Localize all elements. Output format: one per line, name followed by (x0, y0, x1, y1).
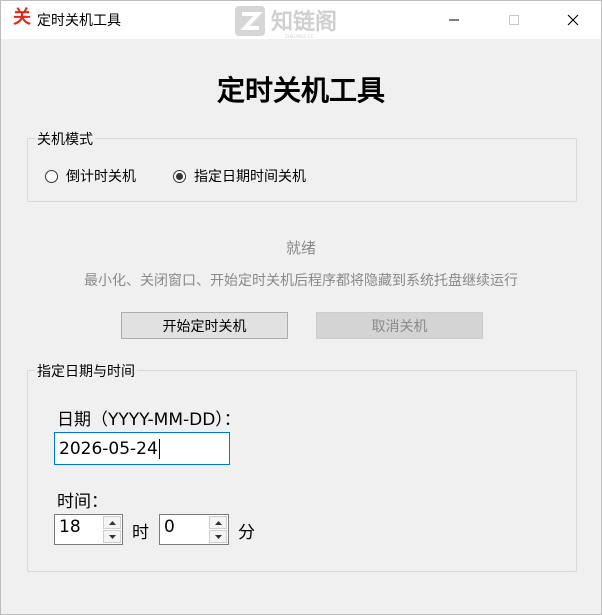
watermark-small: ZHILIANGE.CC (285, 34, 314, 39)
date-input-value: 2026-05-24 (59, 438, 158, 459)
datetime-group-label: 指定日期与时间 (35, 361, 137, 381)
hour-spinner[interactable]: 18 (54, 514, 123, 545)
minute-value: 0 (164, 517, 175, 537)
main-window: 关 定时关机工具 知链阁 ZHILIANGE.CC 定时关机工具 关机模式 倒计… (0, 0, 602, 615)
page-title: 定时关机工具 (216, 74, 385, 107)
app-icon: 关 (13, 7, 31, 28)
minute-unit-label: 分 (238, 523, 255, 543)
radio-countdown-circle[interactable] (45, 169, 58, 183)
hour-unit-label: 时 (132, 523, 149, 543)
minute-down-button[interactable] (209, 530, 227, 543)
close-button[interactable] (550, 1, 596, 39)
watermark-text: 知链阁 (271, 9, 337, 35)
hour-up-button[interactable] (103, 516, 121, 529)
text-caret (158, 438, 160, 459)
arrow-up-icon (108, 520, 116, 525)
date-label: 日期（YYYY-MM-DD）： (57, 410, 241, 430)
date-input[interactable]: 2026-05-24 (54, 432, 230, 465)
start-shutdown-button[interactable]: 开始定时关机 (121, 312, 288, 339)
arrow-down-icon (214, 534, 222, 539)
time-label: 时间： (57, 492, 108, 512)
close-icon (567, 14, 579, 26)
watermark-logo: 知链阁 ZHILIANGE.CC (235, 6, 337, 39)
radio-countdown[interactable]: 倒计时关机 (45, 166, 136, 186)
minute-spinner[interactable]: 0 (159, 514, 229, 545)
hour-value: 18 (59, 517, 81, 537)
hint-text: 最小化、关闭窗口、开始定时关机后程序都将隐藏到系统托盘继续运行 (84, 273, 518, 289)
minute-spin-buttons (209, 516, 227, 543)
minimize-icon (449, 19, 459, 21)
arrow-down-icon (108, 534, 116, 539)
status-text: 就绪 (285, 239, 316, 257)
window-title: 定时关机工具 (37, 13, 121, 29)
radio-selected-dot (176, 172, 183, 180)
minute-up-button[interactable] (209, 516, 227, 529)
title-bar[interactable]: 关 定时关机工具 知链阁 ZHILIANGE.CC (1, 1, 601, 39)
minimize-button[interactable] (431, 1, 477, 39)
radio-datetime-circle[interactable] (173, 169, 186, 183)
radio-datetime-label: 指定日期时间关机 (194, 169, 306, 185)
radio-countdown-label: 倒计时关机 (66, 169, 136, 185)
hour-spin-buttons (103, 516, 121, 543)
radio-datetime[interactable]: 指定日期时间关机 (173, 166, 306, 186)
maximize-button[interactable] (491, 1, 537, 39)
shutdown-mode-label: 关机模式 (35, 129, 95, 149)
maximize-icon (509, 15, 519, 25)
cancel-shutdown-button[interactable]: 取消关机 (316, 312, 483, 339)
arrow-up-icon (214, 520, 222, 525)
hour-down-button[interactable] (103, 530, 121, 543)
